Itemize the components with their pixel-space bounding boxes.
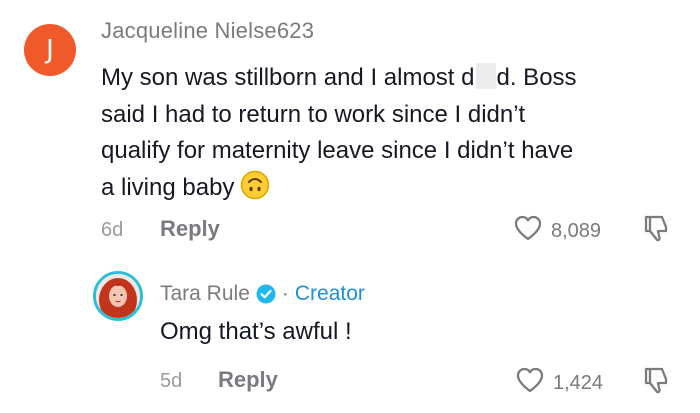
comment-line-4: a living baby <box>101 170 686 212</box>
reply-text: Omg that’s awful ! <box>160 318 352 345</box>
comment-reply-button[interactable]: Reply <box>160 216 220 242</box>
verified-badge-icon <box>256 284 276 304</box>
comment-line-4-text: a living baby <box>101 173 235 201</box>
reply-dislike-button[interactable] <box>640 364 672 401</box>
heart-icon <box>513 214 543 248</box>
reply-like-button[interactable]: 1,424 <box>515 366 603 400</box>
comment-like-count: 8,089 <box>551 219 602 242</box>
comment-line-3: qualify for maternity leave since I didn… <box>101 137 574 164</box>
creator-label: Creator <box>294 282 365 305</box>
comment-line-2: said I had to return to work since I did… <box>101 100 526 128</box>
thumbs-down-icon <box>640 367 672 400</box>
reply-like-count: 1,424 <box>553 371 604 394</box>
reply-age: 5d <box>160 370 183 392</box>
heart-icon <box>515 366 545 400</box>
reply-reply-button[interactable]: Reply <box>218 367 278 393</box>
censor-block <box>475 63 496 89</box>
thumbs-down-icon <box>640 215 672 248</box>
comment-text: My son was stillborn and I almost d d. Bo… <box>101 60 686 211</box>
comment-line-1-end: d. Boss <box>496 64 577 91</box>
comment-age: 6d <box>101 219 124 241</box>
comment-line-1-start: My son was stillborn and I almost d <box>101 64 475 91</box>
comment-line-1: My son was stillborn and I almost d d. Bo… <box>101 60 686 97</box>
avatar-letter: J <box>46 35 54 65</box>
reply-author-row: Tara Rule · Creator <box>160 282 365 306</box>
upside-down-face-emoji <box>240 170 270 212</box>
comment-like-button[interactable]: 8,089 <box>513 214 601 248</box>
creator-username[interactable]: Tara Rule <box>160 282 250 306</box>
commenter-username[interactable]: Jacqueline Nielse623 <box>101 18 314 44</box>
separator-dot: · <box>281 282 289 305</box>
creator-avatar[interactable] <box>93 271 143 321</box>
comment-dislike-button[interactable] <box>640 212 672 249</box>
commenter-avatar[interactable]: J <box>24 24 76 76</box>
